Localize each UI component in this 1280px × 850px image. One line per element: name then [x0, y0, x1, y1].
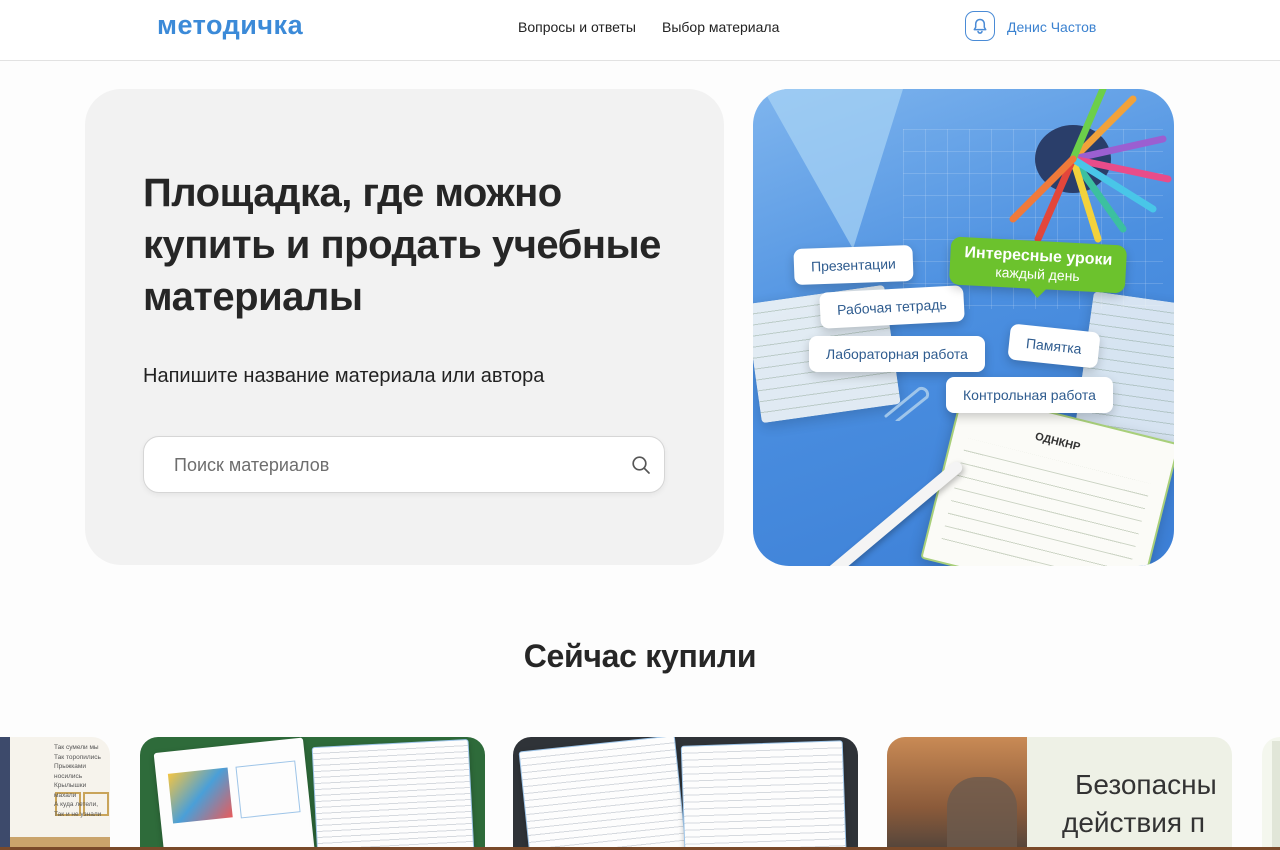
search-input[interactable]	[172, 437, 616, 494]
card-line: Так торопились	[54, 753, 101, 761]
tag-lab-work: Лабораторная работа	[809, 336, 985, 372]
tag-test-work: Контрольная работа	[946, 377, 1113, 413]
site-logo[interactable]: методичка	[157, 10, 303, 41]
worksheet-label: ОДНКНР	[1033, 430, 1082, 454]
recent-card[interactable]	[140, 737, 485, 850]
nav-catalog-link[interactable]: Выбор материала	[662, 19, 779, 35]
card-title-line2: действия п	[1062, 807, 1205, 838]
card-line: Крылышки махали	[54, 782, 87, 799]
card-preview-doc	[518, 737, 689, 850]
promo-banner[interactable]: ОДНКНР Презентации Рабочая тетрадь Лабор…	[753, 89, 1174, 566]
search-box	[143, 436, 665, 494]
recent-cards-carousel: Так сумели мы Так торопились Прыжками но…	[0, 737, 1280, 850]
hero-subtitle: Напишите название материала или автора	[143, 365, 545, 387]
card-line: Так и не узнали	[54, 810, 102, 818]
tag-memo: Памятка	[1007, 323, 1101, 369]
section-title-recent: Сейчас купили	[523, 638, 757, 674]
card-title-line1: Безопасны	[1075, 769, 1217, 800]
paperclip-icon	[884, 386, 930, 421]
tag-workbook: Рабочая тетрадь	[819, 285, 965, 329]
card-preview-doc	[153, 737, 317, 850]
card-preview-doc	[680, 740, 848, 850]
card-line: Так сумели мы	[54, 744, 99, 751]
bell-icon	[973, 18, 987, 34]
recent-card[interactable]	[1262, 737, 1280, 850]
card-line: Прыжками носились	[54, 763, 87, 780]
card-line: А куда летели,	[54, 801, 99, 808]
tag-presentations: Презентации	[793, 244, 914, 286]
recent-card[interactable]: Безопасны действия п	[887, 737, 1232, 850]
pencils-illustration	[1009, 89, 1172, 243]
ruler-illustration	[763, 89, 903, 249]
recent-card[interactable]: Так сумели мы Так торопились Прыжками но…	[0, 737, 110, 850]
tag-interesting-lessons: Интересные уроки каждый день	[948, 236, 1128, 294]
notifications-button[interactable]	[965, 11, 995, 41]
nav-faq-link[interactable]: Вопросы и ответы	[518, 19, 636, 35]
hero-card: Площадка, где можно купить и продать уче…	[85, 89, 724, 565]
recent-card[interactable]	[513, 737, 858, 850]
user-profile-link[interactable]: Денис Частов	[1007, 19, 1096, 35]
hero-title: Площадка, где можно купить и продать уче…	[143, 171, 661, 319]
card-preview-doc	[311, 738, 476, 850]
top-header: методичка Вопросы и ответы Выбор материа…	[0, 0, 1280, 61]
search-icon[interactable]	[631, 455, 651, 475]
